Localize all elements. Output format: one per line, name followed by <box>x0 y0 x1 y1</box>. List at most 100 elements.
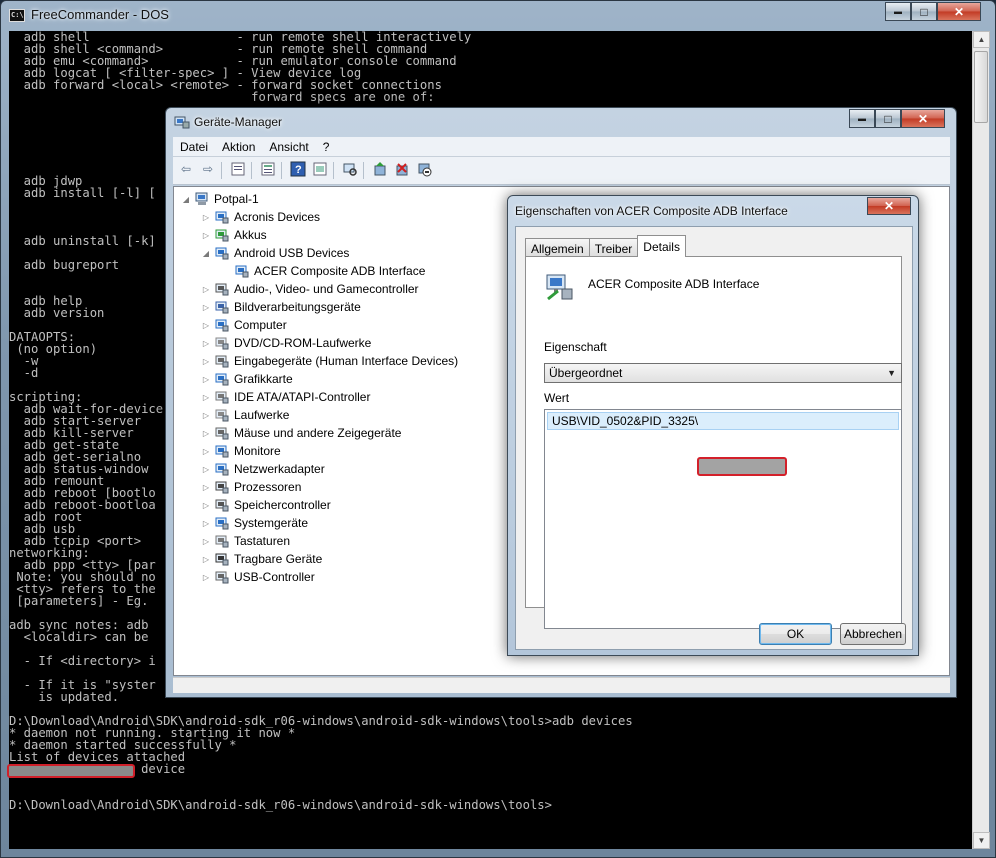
ok-button[interactable]: OK <box>759 623 832 645</box>
collapse-icon[interactable]: ◢ <box>180 195 192 204</box>
tab-strip: Allgemein Treiber Details <box>525 235 686 257</box>
tab-allgemein[interactable]: Allgemein <box>525 238 590 257</box>
tree-category[interactable]: ▷ Acronis Devices <box>200 208 320 226</box>
forward-icon[interactable]: ⇨ <box>199 161 217 179</box>
expand-icon[interactable]: ▷ <box>200 519 212 528</box>
details-view-icon[interactable] <box>259 161 277 179</box>
console-title-bar[interactable]: C:\ FreeCommander - DOS ▬ □ ✕ <box>1 1 995 31</box>
tree-category[interactable]: ▷ Eingabegeräte (Human Interface Devices) <box>200 352 458 370</box>
expand-icon[interactable]: ▷ <box>200 231 212 240</box>
keyboard-icon <box>214 533 230 549</box>
property-select[interactable]: Übergeordnet ▼ <box>544 363 902 383</box>
tree-item-label: Audio-, Video- und Gamecontroller <box>234 282 419 296</box>
tree-category[interactable]: ▷ Systemgeräte <box>200 514 308 532</box>
close-button[interactable]: ✕ <box>937 2 981 21</box>
tab-details[interactable]: Details <box>637 235 686 257</box>
scrollbar-thumb[interactable] <box>974 51 988 123</box>
expand-icon[interactable]: ▷ <box>200 573 212 582</box>
processor-icon <box>214 479 230 495</box>
tree-category[interactable]: ▷ Computer <box>200 316 287 334</box>
close-icon: ✕ <box>883 199 895 213</box>
menu-help[interactable]: ? <box>316 137 337 156</box>
tree-root[interactable]: ◢ Potpal-1 <box>180 190 259 208</box>
menu-datei[interactable]: Datei <box>173 137 215 156</box>
minimize-icon: ▬ <box>894 7 902 16</box>
dm-minimize-button[interactable]: ▬ <box>849 109 875 128</box>
expand-icon[interactable]: ▷ <box>200 501 212 510</box>
dialog-close-button[interactable]: ✕ <box>867 197 911 215</box>
minimize-button[interactable]: ▬ <box>885 2 911 21</box>
tree-category[interactable]: ▷ Prozessoren <box>200 478 301 496</box>
show-hidden-icon[interactable] <box>311 161 329 179</box>
expand-icon[interactable]: ▷ <box>200 537 212 546</box>
battery-icon <box>214 227 230 243</box>
expand-icon[interactable]: ▷ <box>200 447 212 456</box>
toolbar: ⇦ ⇨ ? <box>173 157 950 185</box>
mouse-icon <box>214 425 230 441</box>
expand-icon[interactable]: ▷ <box>200 465 212 474</box>
value-list[interactable]: USB\VID_0502&PID_3325\ <box>544 409 902 629</box>
redacted-value <box>697 457 787 476</box>
tree-category[interactable]: ▷ Tastaturen <box>200 532 290 550</box>
tree-category[interactable]: ▷ IDE ATA/ATAPI-Controller <box>200 388 371 406</box>
expand-icon[interactable]: ▷ <box>200 375 212 384</box>
tree-item-label: Speichercontroller <box>234 498 331 512</box>
properties-icon[interactable] <box>229 161 247 179</box>
expand-icon[interactable]: ▷ <box>200 411 212 420</box>
expand-icon[interactable]: ▷ <box>200 285 212 294</box>
property-select-value: Übergeordnet <box>549 366 623 380</box>
portable-device-icon <box>214 551 230 567</box>
list-item[interactable]: USB\VID_0502&PID_3325\ <box>547 412 899 430</box>
tab-treiber[interactable]: Treiber <box>588 238 639 257</box>
tree-category[interactable]: ▷ Speichercontroller <box>200 496 331 514</box>
tree-item-label: Akkus <box>234 228 267 242</box>
toolbar-separator <box>251 162 252 179</box>
collapse-icon[interactable]: ◢ <box>200 249 212 258</box>
system-device-icon <box>214 515 230 531</box>
expand-icon[interactable]: ▷ <box>200 555 212 564</box>
expand-icon[interactable]: ▷ <box>200 483 212 492</box>
uninstall-icon[interactable] <box>393 161 411 179</box>
expand-icon[interactable]: ▷ <box>200 429 212 438</box>
tree-item-label: USB-Controller <box>234 570 315 584</box>
tree-device[interactable]: ACER Composite ADB Interface <box>220 262 425 280</box>
tree-category[interactable]: ▷ Tragbare Geräte <box>200 550 322 568</box>
update-driver-icon[interactable] <box>371 161 389 179</box>
tree-category[interactable]: ▷ Mäuse und andere Zeigegeräte <box>200 424 402 442</box>
expand-icon[interactable]: ▷ <box>200 213 212 222</box>
disable-icon[interactable] <box>415 161 433 179</box>
tree-category[interactable]: ▷ Grafikkarte <box>200 370 293 388</box>
usb-device-large-icon <box>546 274 573 301</box>
console-line: forward specs are one of: <box>9 90 435 104</box>
expand-icon[interactable]: ▷ <box>200 357 212 366</box>
toolbar-separator <box>333 162 334 179</box>
maximize-icon: □ <box>920 4 928 19</box>
dm-maximize-button[interactable]: □ <box>875 109 901 128</box>
tree-category[interactable]: ◢ Android USB Devices <box>200 244 349 262</box>
tree-category[interactable]: ▷ USB-Controller <box>200 568 315 586</box>
expand-icon[interactable]: ▷ <box>200 393 212 402</box>
help-icon[interactable]: ? <box>289 161 307 179</box>
back-icon[interactable]: ⇦ <box>177 161 195 179</box>
expand-icon[interactable]: ▷ <box>200 321 212 330</box>
tree-category[interactable]: ▷ DVD/CD-ROM-Laufwerke <box>200 334 371 352</box>
tree-item-label: Monitore <box>234 444 281 458</box>
expand-icon[interactable]: ▷ <box>200 303 212 312</box>
console-scrollbar[interactable]: ▲ ▼ <box>972 31 990 849</box>
menu-ansicht[interactable]: Ansicht <box>262 137 315 156</box>
tree-category[interactable]: ▷ Monitore <box>200 442 281 460</box>
scroll-down-icon[interactable]: ▼ <box>973 832 990 849</box>
tree-category[interactable]: ▷ Audio-, Video- und Gamecontroller <box>200 280 419 298</box>
scan-hardware-icon[interactable] <box>341 161 359 179</box>
cancel-button[interactable]: Abbrechen <box>840 623 906 645</box>
tree-category[interactable]: ▷ Netzwerkadapter <box>200 460 325 478</box>
tree-category[interactable]: ▷ Bildverarbeitungsgeräte <box>200 298 361 316</box>
tree-item-label: Systemgeräte <box>234 516 309 530</box>
expand-icon[interactable]: ▷ <box>200 339 212 348</box>
menu-aktion[interactable]: Aktion <box>215 137 262 156</box>
tree-category[interactable]: ▷ Laufwerke <box>200 406 289 424</box>
scroll-up-icon[interactable]: ▲ <box>973 31 990 48</box>
maximize-button[interactable]: □ <box>911 2 937 21</box>
tree-category[interactable]: ▷ Akkus <box>200 226 267 244</box>
dm-close-button[interactable]: ✕ <box>901 109 945 128</box>
